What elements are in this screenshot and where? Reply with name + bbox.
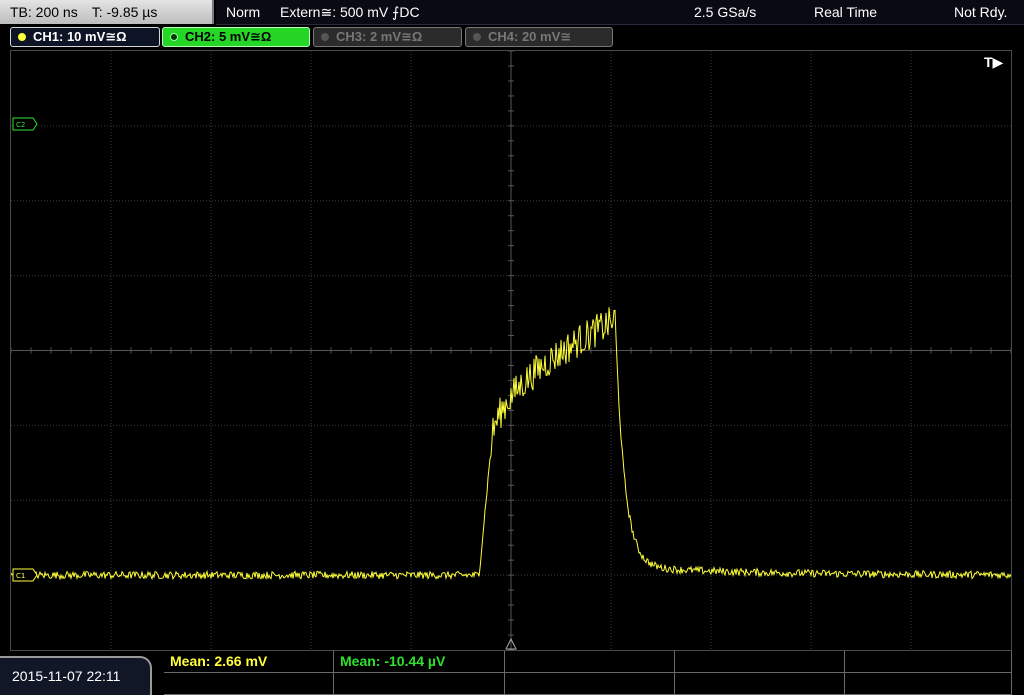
- channel-tab-ch4[interactable]: CH4: 20 mV≅: [465, 27, 613, 47]
- oscilloscope-display: TB: 200 ns T: -9.85 µs Norm Extern≅: 500 …: [0, 0, 1024, 695]
- measurement-slot[interactable]: [845, 651, 1012, 673]
- channel-tab-ch1[interactable]: CH1: 10 mV≅Ω: [10, 27, 160, 47]
- timebase-value: TB: 200 ns: [10, 4, 78, 20]
- channel-label: CH1: 10 mV≅Ω: [33, 29, 127, 44]
- channel-indicator-icon: [18, 33, 26, 41]
- trigger-status: Not Rdy.: [954, 4, 1008, 20]
- channel-indicator-icon: [473, 33, 481, 41]
- measurement-table: Mean: 2.66 mV Mean: -10.44 µV: [164, 651, 1012, 695]
- measurement-slot[interactable]: [675, 651, 845, 673]
- measurement-slot[interactable]: [505, 651, 675, 673]
- channel-tabs: CH1: 10 mV≅Ω CH2: 5 mV≅Ω CH3: 2 mV≅Ω CH4…: [0, 26, 1024, 48]
- ch2-mean-measurement[interactable]: Mean: -10.44 µV: [334, 651, 505, 673]
- channel-label: CH4: 20 mV≅: [488, 29, 572, 44]
- ch1-marker-label: C1: [16, 572, 25, 580]
- trigger-mode[interactable]: Norm: [226, 0, 260, 24]
- trigger-time-value: T: -9.85 µs: [91, 4, 158, 20]
- acquisition-mode[interactable]: Real Time: [814, 0, 877, 24]
- channel-indicator-icon: [170, 33, 178, 41]
- ch2-level-marker[interactable]: C2: [12, 117, 38, 131]
- trigger-source[interactable]: Extern≅: 500 mV ⨍DC: [280, 0, 420, 24]
- timebase-box[interactable]: TB: 200 ns T: -9.85 µs: [0, 0, 214, 24]
- channel-label: CH3: 2 mV≅Ω: [336, 29, 423, 44]
- measurement-slot[interactable]: [845, 673, 1012, 695]
- trigger-flag: T▶: [984, 54, 1004, 70]
- channel-tab-ch2[interactable]: CH2: 5 mV≅Ω: [162, 27, 310, 47]
- top-status-bar: TB: 200 ns T: -9.85 µs Norm Extern≅: 500 …: [0, 0, 1024, 25]
- waveform-plot[interactable]: C2 C1: [11, 51, 1011, 650]
- ch1-mean-measurement[interactable]: Mean: 2.66 mV: [164, 651, 334, 673]
- ch1-level-marker[interactable]: C1: [12, 568, 38, 582]
- acquisition-status-row: Norm Extern≅: 500 mV ⨍DC 2.5 GSa/s Real …: [216, 0, 1024, 25]
- date-time: 2015-11-07 22:11: [0, 656, 152, 695]
- channel-label: CH2: 5 mV≅Ω: [185, 29, 272, 44]
- graticule-axes: [11, 51, 1011, 650]
- measurement-slot[interactable]: [505, 673, 675, 695]
- measurement-slot[interactable]: [334, 673, 505, 695]
- ch2-marker-label: C2: [16, 121, 25, 129]
- channel-tab-ch3[interactable]: CH3: 2 mV≅Ω: [313, 27, 462, 47]
- sample-rate[interactable]: 2.5 GSa/s: [694, 0, 756, 24]
- measurement-slot[interactable]: [675, 673, 845, 695]
- channel-indicator-icon: [321, 33, 329, 41]
- measurement-slot[interactable]: [164, 673, 334, 695]
